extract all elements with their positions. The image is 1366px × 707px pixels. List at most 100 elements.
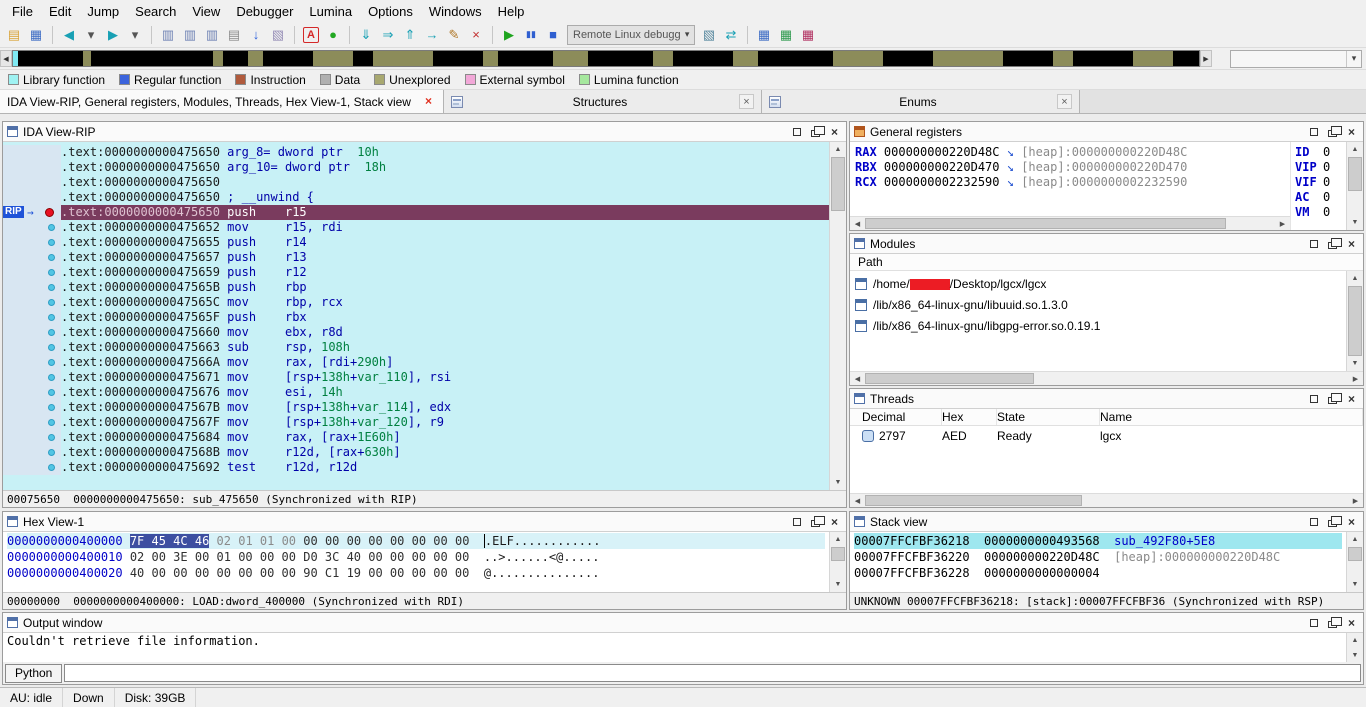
scrollbar-thumb[interactable]	[831, 547, 845, 561]
maximize-button[interactable]	[789, 514, 804, 529]
forward-icon[interactable]: ▶	[103, 25, 123, 45]
disasm-line[interactable]: .text:0000000000475655 push r14	[3, 235, 829, 250]
scrollbar-thumb[interactable]	[865, 373, 1035, 384]
disasm-line[interactable]: .text:0000000000475684 mov rax, [rax+1E6…	[3, 430, 829, 445]
disassembly-listing[interactable]: .text:0000000000475650 arg_8= dword ptr …	[3, 142, 829, 490]
maximize-button[interactable]	[1306, 236, 1321, 251]
step-into-icon[interactable]: ⇓	[356, 25, 376, 45]
flag-row[interactable]: VIP 0	[1295, 160, 1342, 175]
scrollbar-track[interactable]	[865, 217, 1275, 230]
menu-jump[interactable]: Jump	[79, 1, 127, 22]
stack-row[interactable]: 00007FFCFBF36220 000000000220D48C [heap]…	[854, 549, 1342, 565]
scroll-down-button[interactable]: ▼	[1347, 215, 1363, 230]
scrollbar-track[interactable]	[865, 372, 1348, 385]
dropdown-icon[interactable]: ▾	[1346, 50, 1361, 67]
scrollbar-track[interactable]	[1347, 157, 1363, 215]
close-button[interactable]: ×	[827, 124, 842, 139]
output-lines[interactable]: Couldn't retrieve file information.	[3, 633, 1346, 662]
back-dropdown-icon[interactable]: ▾	[81, 25, 101, 45]
close-button[interactable]: ×	[1344, 615, 1359, 630]
flag-row[interactable]: ID 0	[1295, 145, 1342, 160]
column-header-name[interactable]: Name	[1100, 409, 1363, 425]
disasm-line[interactable]: RIP → .text:0000000000475650 push r15	[3, 205, 829, 220]
edit-breakpoint-icon[interactable]: ✎	[444, 25, 464, 45]
disasm-line[interactable]: .text:000000000047565B push rbp	[3, 280, 829, 295]
menu-search[interactable]: Search	[127, 1, 184, 22]
tab-ida-desktop[interactable]: IDA View-RIP, General registers, Modules…	[0, 90, 444, 113]
scrollbar-track[interactable]	[830, 157, 846, 475]
close-button[interactable]: ×	[827, 514, 842, 529]
scroll-up-button[interactable]: ▲	[1347, 633, 1363, 648]
breakpoint-list-icon[interactable]: ▦	[798, 25, 818, 45]
open-file-icon[interactable]: ▤	[4, 25, 24, 45]
float-button[interactable]	[808, 124, 825, 139]
tab-close-icon[interactable]: ×	[421, 94, 436, 109]
scrollbar-thumb[interactable]	[865, 495, 1083, 506]
flag-row[interactable]: VM 0	[1295, 205, 1342, 220]
disasm-line[interactable]: .text:0000000000475657 push r13	[3, 250, 829, 265]
float-button[interactable]	[1325, 391, 1342, 406]
stack-row[interactable]: 00007FFCFBF36218 0000000000493568 sub_49…	[854, 533, 1342, 549]
scroll-down-button[interactable]: ▼	[1347, 356, 1363, 371]
close-button[interactable]: ×	[1344, 124, 1359, 139]
scrollbar-track[interactable]	[1347, 286, 1363, 356]
search-binary-icon[interactable]: ▥	[158, 25, 178, 45]
debugger-windows-icon[interactable]: ▦	[754, 25, 774, 45]
disasm-line[interactable]: .text:000000000047568B mov r12d, [rax+63…	[3, 445, 829, 460]
disasm-line[interactable]: .text:0000000000475676 mov esi, 14h	[3, 385, 829, 400]
disasm-line[interactable]: .text:0000000000475660 mov ebx, r8d	[3, 325, 829, 340]
navband-scroll-left-button[interactable]: ◀	[0, 50, 12, 67]
python-input[interactable]	[64, 664, 1361, 682]
menu-file[interactable]: File	[4, 1, 41, 22]
print-icon[interactable]: ▤	[224, 25, 244, 45]
float-button[interactable]	[1325, 124, 1342, 139]
disasm-line[interactable]: .text:0000000000475650 arg_8= dword ptr …	[3, 145, 829, 160]
menu-view[interactable]: View	[184, 1, 228, 22]
register-row[interactable]: RAX 000000000220D48C ↘ [heap]:0000000002…	[855, 145, 1285, 160]
disasm-line[interactable]: .text:0000000000475650 arg_10= dword ptr…	[3, 160, 829, 175]
scroll-up-button[interactable]: ▲	[830, 142, 846, 157]
ascii-string-icon[interactable]: A	[303, 26, 319, 43]
scroll-up-button[interactable]: ▲	[1347, 142, 1363, 157]
disasm-line[interactable]: .text:000000000047567B mov [rsp+138h+var…	[3, 400, 829, 415]
jump-address-icon[interactable]: ↓	[246, 25, 266, 45]
disasm-line[interactable]: .text:0000000000475652 mov r15, rdi	[3, 220, 829, 235]
debugger-selector[interactable]: Remote Linux debugger ▾	[567, 24, 695, 45]
dropdown-icon[interactable]: ▾	[680, 29, 694, 40]
disasm-line[interactable]: .text:000000000047566A mov rax, [rdi+290…	[3, 355, 829, 370]
scrollbar-track[interactable]	[865, 494, 1348, 507]
hex-dump[interactable]: 0000000000400000 7F 45 4C 46 02 01 01 00…	[3, 532, 829, 592]
maximize-button[interactable]	[789, 124, 804, 139]
pause-process-icon[interactable]: ▮▮	[521, 25, 541, 45]
disasm-line[interactable]: .text:0000000000475650	[3, 175, 829, 190]
scrollbar-thumb[interactable]	[865, 218, 1226, 229]
module-row[interactable]: /lib/x86_64-linux-gnu/libuuid.so.1.3.0	[852, 294, 1344, 315]
maximize-button[interactable]	[1306, 615, 1321, 630]
column-header-state[interactable]: State	[997, 409, 1100, 425]
scroll-up-button[interactable]: ▲	[1347, 271, 1363, 286]
column-header-path[interactable]: Path	[858, 255, 883, 269]
stack-vscrollbar[interactable]: ▲ ▼	[1346, 532, 1363, 592]
scroll-right-button[interactable]: ▶	[1275, 217, 1290, 230]
menu-options[interactable]: Options	[360, 1, 421, 22]
scroll-left-button[interactable]: ◀	[850, 217, 865, 230]
refresh-memory-icon[interactable]: ⇄	[721, 25, 741, 45]
scroll-left-button[interactable]: ◀	[850, 494, 865, 507]
save-icon[interactable]: ▦	[26, 25, 46, 45]
disasm-scrollbar[interactable]: ▲ ▼	[829, 142, 846, 490]
scrollbar-thumb[interactable]	[1348, 547, 1362, 561]
register-row[interactable]: RBX 000000000220D470 ↘ [heap]:0000000002…	[855, 160, 1285, 175]
flag-row[interactable]: AC 0	[1295, 190, 1342, 205]
forward-dropdown-icon[interactable]: ▾	[125, 25, 145, 45]
column-header-decimal[interactable]: Decimal	[862, 409, 942, 425]
scrollbar-thumb[interactable]	[1348, 157, 1362, 191]
stop-process-icon[interactable]: ■	[543, 25, 563, 45]
run-trace-icon[interactable]: ●	[323, 25, 343, 45]
register-row[interactable]: RCX 0000000002232590 ↘ [heap]:0000000002…	[855, 175, 1285, 190]
scroll-down-button[interactable]: ▼	[830, 577, 846, 592]
disasm-line[interactable]: .text:000000000047565F push rbx	[3, 310, 829, 325]
scrollbar-thumb[interactable]	[1348, 286, 1362, 356]
module-row[interactable]: /lib/x86_64-linux-gnu/libgpg-error.so.0.…	[852, 315, 1344, 336]
menu-help[interactable]: Help	[490, 1, 533, 22]
color-instruction-icon[interactable]: ▧	[268, 25, 288, 45]
